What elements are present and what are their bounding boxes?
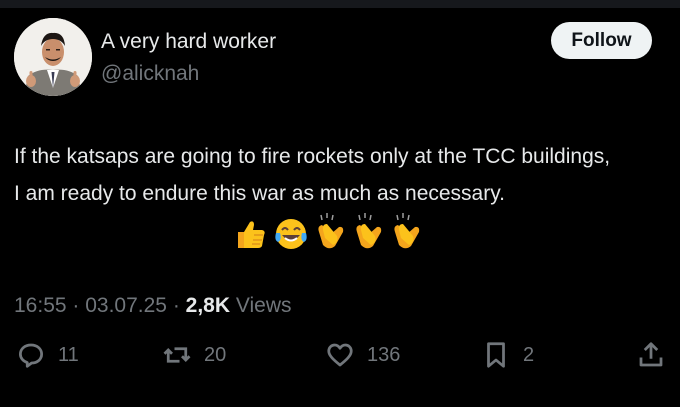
emoji-row [232, 210, 432, 250]
reply-button[interactable]: 11 [16, 340, 79, 370]
author-name[interactable]: A very hard worker [101, 30, 276, 54]
share-icon [639, 342, 663, 367]
repost-button[interactable]: 20 [162, 340, 226, 370]
separator: · [72, 294, 86, 317]
tears-of-joy-icon [275, 219, 307, 249]
avatar-image [14, 18, 92, 96]
like-count: 136 [367, 343, 401, 366]
bookmark-button[interactable]: 2 [481, 340, 534, 370]
bookmark-count: 2 [523, 343, 535, 366]
like-button[interactable]: 136 [325, 340, 400, 370]
action-bar: 11 20 136 2 [0, 340, 680, 384]
tweet-time[interactable]: 16:55 [14, 294, 67, 317]
top-bar [0, 0, 680, 8]
avatar[interactable] [14, 18, 92, 96]
reply-icon [19, 343, 43, 368]
views-count: 2,8K [185, 294, 231, 317]
follow-button[interactable]: Follow [551, 22, 652, 59]
repost-icon [163, 347, 191, 363]
repost-count: 20 [204, 343, 227, 366]
tweet-date[interactable]: 03.07.25 [85, 294, 167, 317]
thumbs-up-icon [238, 221, 265, 248]
bookmark-icon [487, 342, 505, 368]
separator: · [172, 294, 186, 317]
clapping-hands-icon [318, 213, 344, 249]
tweet-meta: 16:55 · 03.07.25 · 2,8K Views [14, 294, 292, 318]
views-label: Views [235, 294, 292, 317]
reply-count: 11 [58, 343, 79, 366]
share-button[interactable] [636, 340, 666, 370]
tweet-text-line-2: I am ready to endure this war as much as… [14, 182, 505, 205]
tweet-text-line-1: If the katsaps are going to fire rockets… [14, 145, 611, 168]
heart-icon [327, 343, 353, 367]
author-handle[interactable]: @alicknah [101, 62, 199, 86]
clapping-hands-icon [356, 213, 382, 249]
clapping-hands-icon [394, 213, 420, 249]
